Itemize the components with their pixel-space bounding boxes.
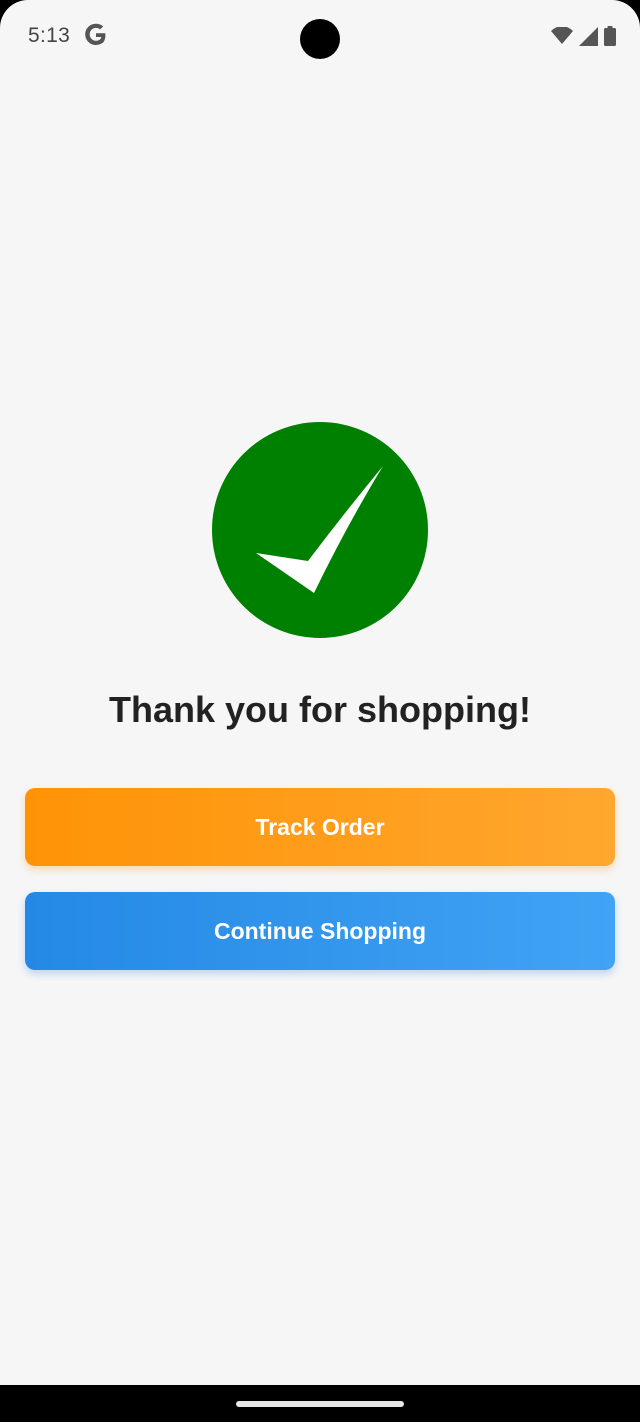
status-bar: 5:13 xyxy=(0,0,640,72)
google-g-icon xyxy=(84,23,108,47)
cell-signal-icon xyxy=(579,26,598,46)
status-time: 5:13 xyxy=(28,24,71,47)
continue-shopping-button[interactable]: Continue Shopping xyxy=(25,892,615,970)
battery-icon xyxy=(604,26,616,46)
track-order-button[interactable]: Track Order xyxy=(25,788,615,866)
order-success-screen: 5:13 Thank you for shopping! Track Order… xyxy=(0,0,640,1422)
navigation-bar xyxy=(0,1385,640,1422)
home-gesture-pill[interactable] xyxy=(236,1401,404,1407)
thank-you-heading: Thank you for shopping! xyxy=(109,689,531,730)
front-camera-cutout xyxy=(300,19,340,59)
status-icons xyxy=(551,24,616,48)
checkmark-circle-icon xyxy=(212,422,428,638)
wifi-icon xyxy=(551,27,573,45)
